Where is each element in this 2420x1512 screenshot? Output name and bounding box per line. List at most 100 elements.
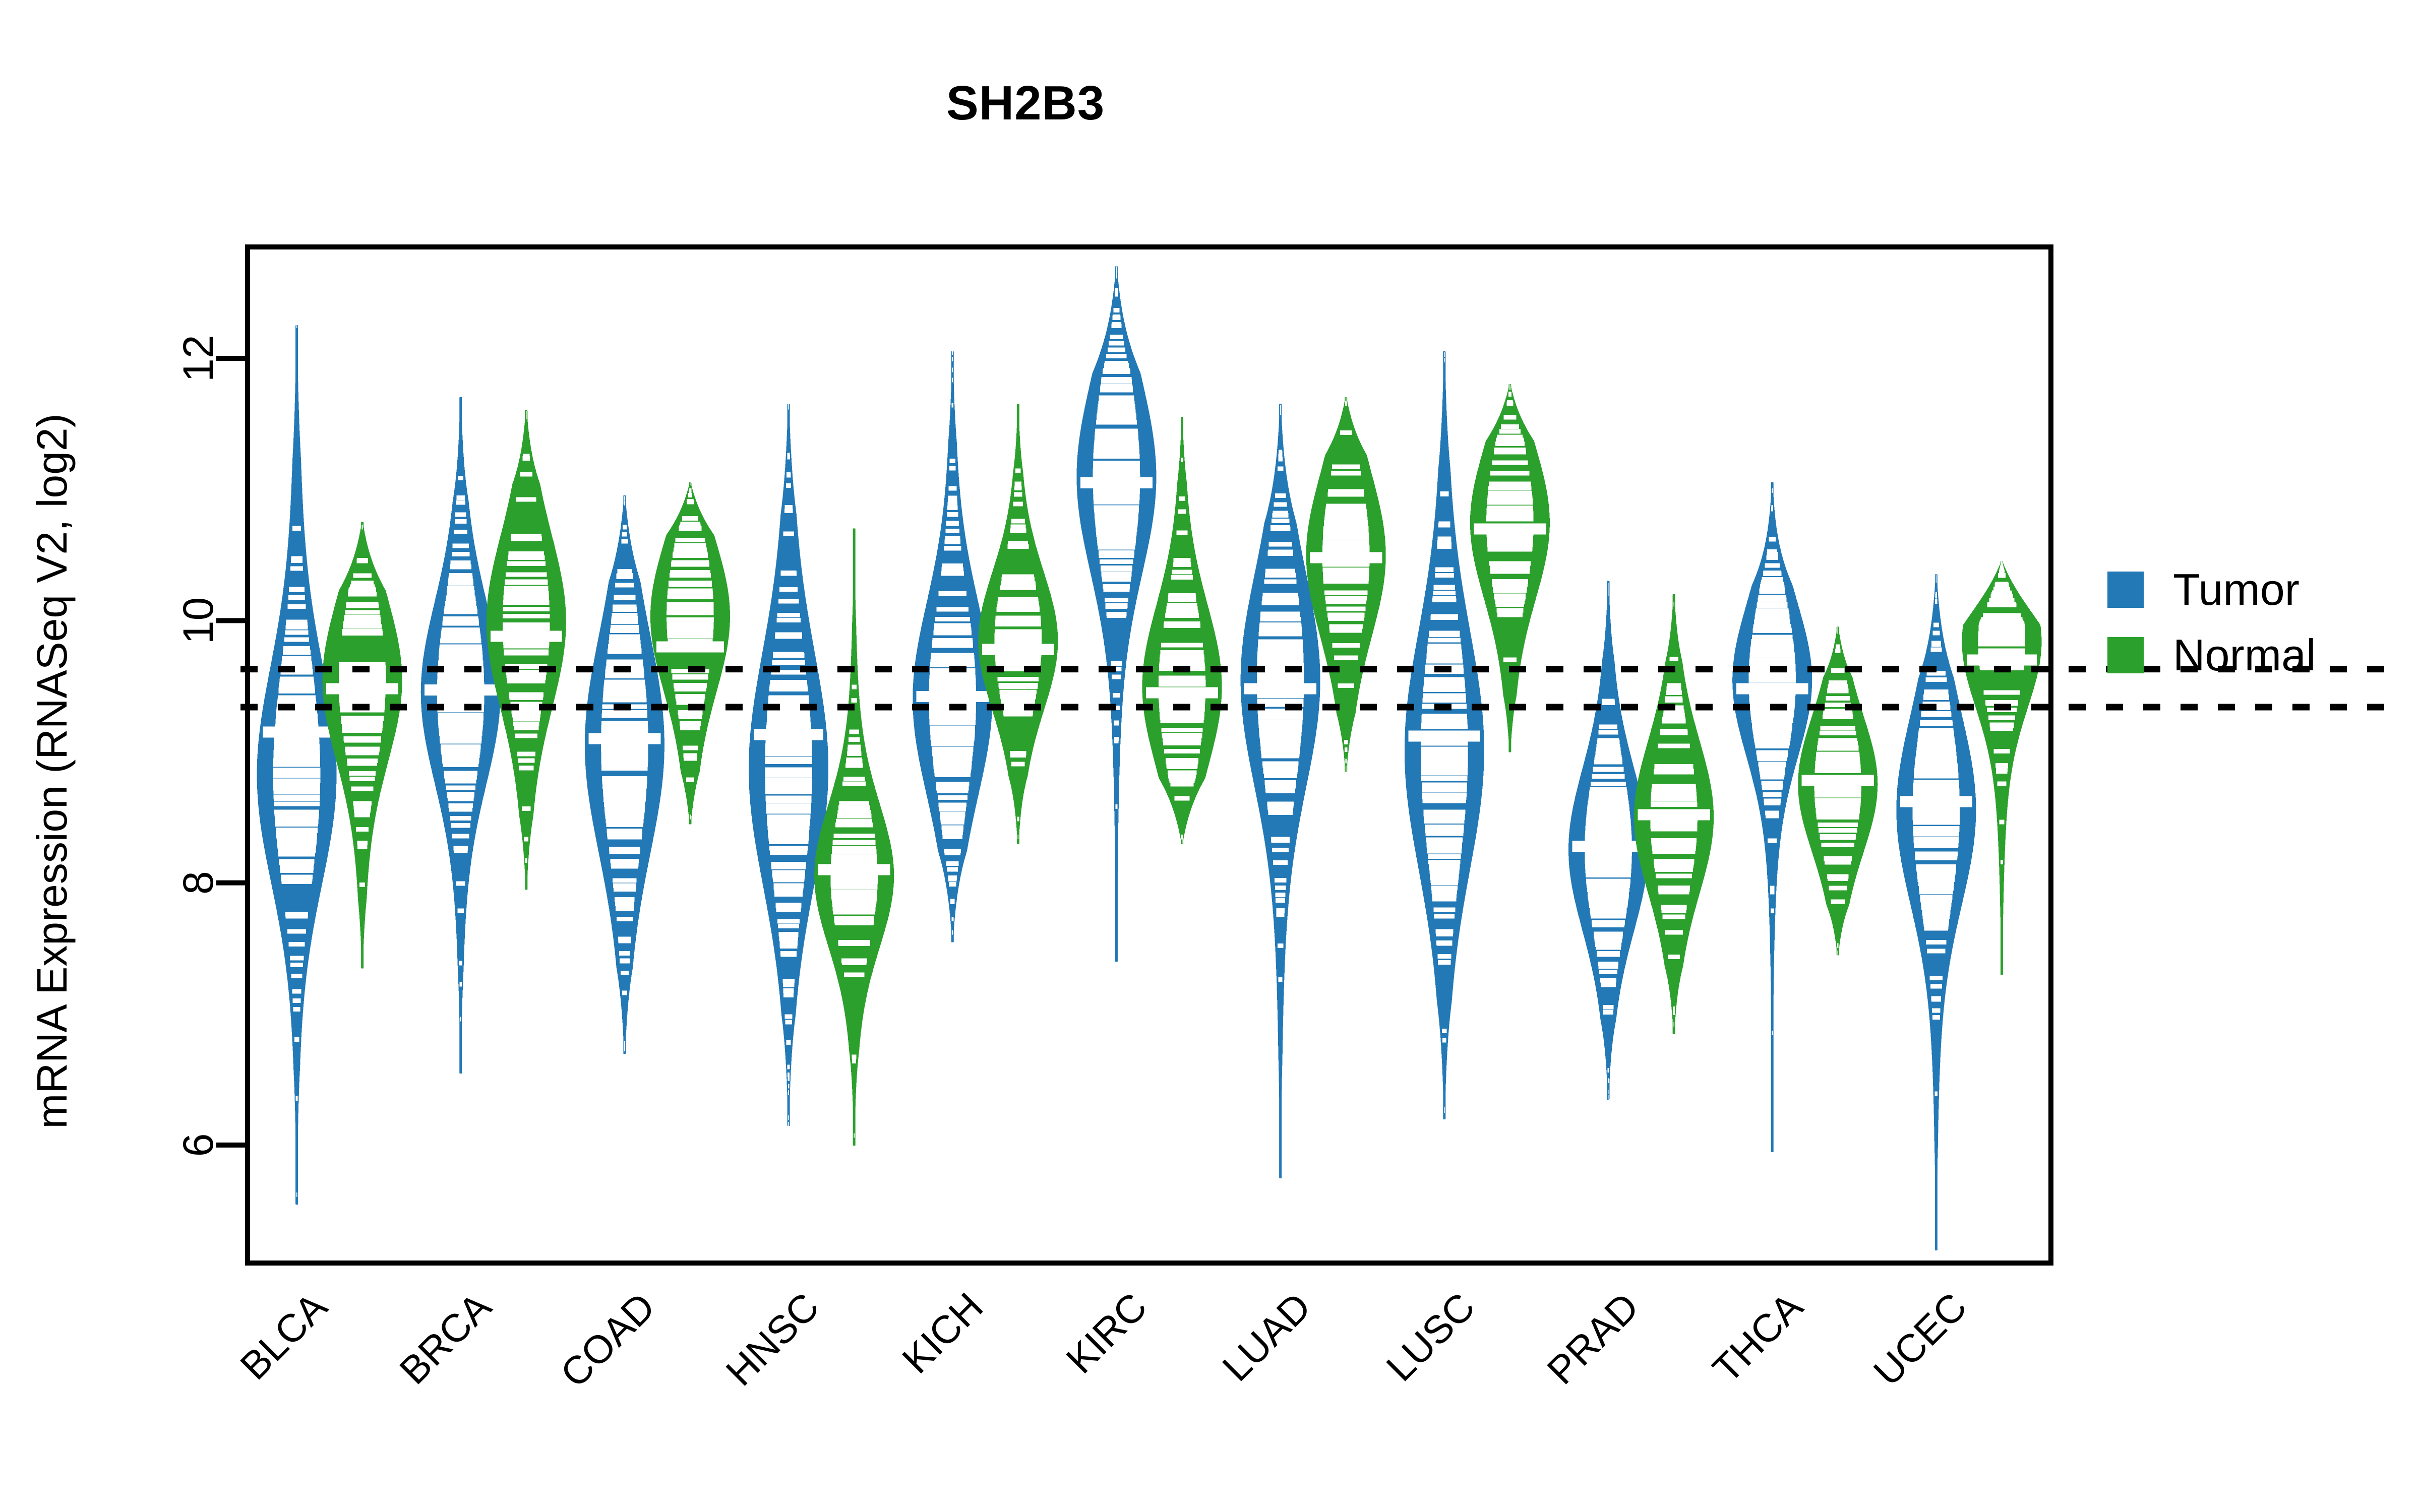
bean-line (1489, 561, 1531, 566)
bean-line (609, 846, 641, 851)
legend-item-tumor[interactable]: Tumor (2107, 557, 2316, 622)
bean-line (1816, 807, 1860, 812)
bean-line (1929, 976, 1943, 981)
y-tick-label: 10 (174, 597, 222, 644)
bean-line (852, 1054, 857, 1059)
bean-line (931, 746, 974, 751)
bean-line (997, 676, 1039, 681)
bean-line (932, 638, 973, 643)
bean-line (342, 723, 383, 728)
bean-line (1673, 602, 1674, 607)
bean-line (513, 722, 539, 727)
bean-line (296, 1192, 297, 1198)
bean-line (459, 961, 462, 966)
bean-line (783, 531, 794, 536)
bean-line (773, 883, 804, 888)
bean-line (1913, 779, 1959, 784)
bean-line (1423, 809, 1466, 814)
median-line (1145, 687, 1219, 699)
bean-line (952, 930, 953, 935)
bean-line (1424, 825, 1464, 830)
bean-line (449, 573, 472, 578)
legend-item-normal[interactable]: Normal (2107, 622, 2316, 688)
median-line (490, 631, 562, 642)
bean-line (1276, 912, 1285, 917)
bean-line (1110, 335, 1123, 340)
bean-line (1159, 662, 1205, 667)
bean-line (1345, 759, 1347, 764)
bean-line (1338, 683, 1354, 688)
bean-line (1327, 612, 1365, 617)
bean-line (608, 644, 641, 649)
bean-line (1267, 549, 1293, 554)
bean-line (788, 1090, 790, 1095)
x-tick-label: BLCA (231, 1284, 335, 1388)
bean-line (1914, 851, 1958, 856)
bean-line (768, 695, 809, 700)
bean-line (1599, 724, 1618, 729)
bean-line (846, 758, 863, 763)
bean-line (1814, 768, 1861, 773)
bean-line (765, 757, 812, 762)
bean-line (610, 859, 639, 864)
bean-line (1427, 643, 1462, 648)
bean-line (1992, 590, 2012, 595)
bean-line (785, 1020, 792, 1025)
bean-line (1162, 733, 1202, 738)
bean-line (1421, 782, 1467, 787)
bean-line (778, 599, 799, 604)
bean-line (441, 627, 480, 632)
bean-line (935, 617, 970, 622)
bean-line (1103, 584, 1130, 589)
bean-line (273, 778, 321, 783)
bean-line (1279, 450, 1283, 455)
bean-line (679, 721, 701, 726)
bean-line (838, 805, 870, 810)
bean-line (1438, 521, 1450, 526)
bean-line (1989, 598, 2015, 603)
y-tick-label: 6 (174, 1133, 222, 1157)
bean-line (613, 604, 637, 609)
bean-line (848, 737, 860, 742)
bean-line (1924, 689, 1949, 695)
bean-line (624, 501, 625, 506)
bean-line (1105, 598, 1128, 603)
bean-line (942, 835, 962, 840)
bean-line (280, 676, 314, 681)
violin-group (257, 266, 2042, 1250)
bean-line (1758, 761, 1787, 766)
bean-line (444, 771, 477, 776)
bean-line (1491, 579, 1528, 584)
bean-line (1340, 430, 1352, 435)
bean-line (518, 758, 535, 763)
median-line (1080, 477, 1153, 489)
bean-line (1509, 383, 1510, 388)
bean-line (769, 846, 808, 851)
bean-line (1749, 651, 1795, 656)
bean-line (290, 566, 304, 571)
bean-line (772, 660, 805, 665)
bean-line (934, 627, 972, 632)
bean-line (1098, 550, 1135, 555)
bean-line (1926, 939, 1947, 944)
bean-line (1161, 728, 1203, 733)
bean-line (1015, 468, 1021, 473)
bean-line (1106, 354, 1127, 359)
bean-line (1916, 864, 1957, 869)
bean-line (455, 519, 467, 524)
bean-line (1762, 577, 1783, 582)
bean-line (687, 498, 694, 503)
bean-line (1665, 696, 1683, 701)
bean-line (1442, 1038, 1446, 1043)
bean-line (1752, 723, 1793, 728)
bean-line (1160, 650, 1204, 655)
median-line (1638, 809, 1710, 821)
y-tick-label: 8 (174, 871, 222, 895)
bean-line (952, 350, 953, 355)
bean-line (1432, 893, 1457, 898)
bean-line (524, 837, 528, 842)
bean-line (1818, 823, 1858, 828)
bean-line (1761, 780, 1783, 785)
bean-line (1494, 593, 1526, 598)
bean-line (286, 619, 308, 624)
